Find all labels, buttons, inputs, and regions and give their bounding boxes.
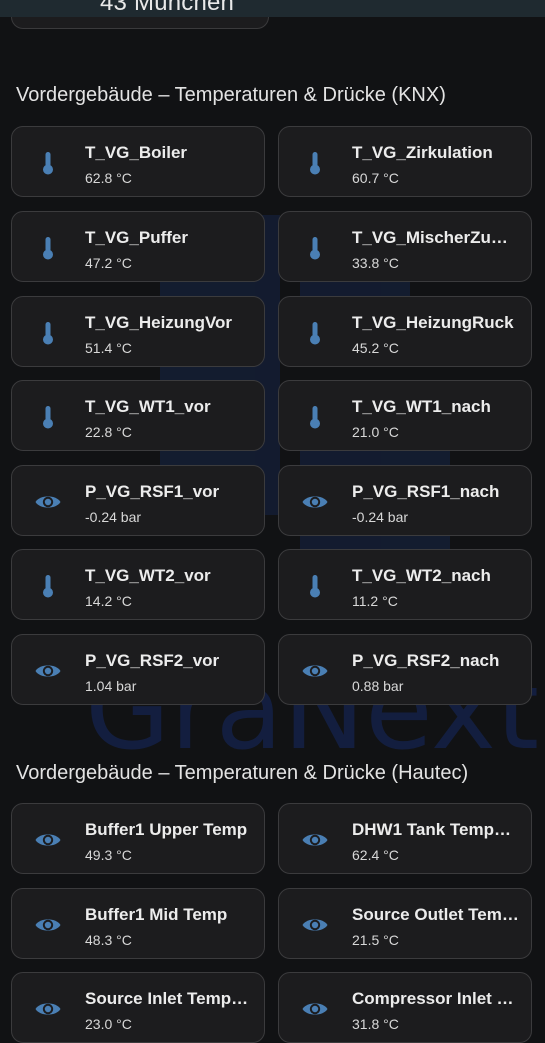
sensor-card[interactable]: T_VG_HeizungRuck 45.2 °C xyxy=(278,296,532,367)
sensor-name: Compressor Inlet Temperature xyxy=(352,989,520,1008)
sensor-card[interactable]: Buffer1 Upper Temp 49.3 °C xyxy=(11,803,265,874)
sensor-card[interactable]: T_VG_Puffer 47.2 °C xyxy=(11,211,265,282)
sensor-card[interactable]: T_VG_HeizungVor 51.4 °C xyxy=(11,296,265,367)
thermometer-icon xyxy=(310,237,320,260)
sensor-value: 49.3 °C xyxy=(85,847,132,863)
eye-icon xyxy=(35,665,61,677)
sensor-value: 45.2 °C xyxy=(352,340,399,356)
sensor-card[interactable]: P_VG_RSF1_vor -0.24 bar xyxy=(11,465,265,536)
sensor-name: T_VG_HeizungVor xyxy=(85,313,233,332)
eye-icon xyxy=(302,665,328,677)
sensor-card[interactable]: Source Outlet Temperature 21.5 °C xyxy=(278,888,532,959)
thermometer-icon xyxy=(310,575,320,598)
sensor-name: Source Outlet Temperature xyxy=(352,905,520,924)
section-title-hautec: Vordergebäude – Temperaturen & Drücke (H… xyxy=(16,762,469,784)
sensor-value: 60.7 °C xyxy=(352,170,399,186)
sensor-value: 21.0 °C xyxy=(352,424,399,440)
sensor-name: P_VG_RSF1_vor xyxy=(85,482,220,501)
sensor-name: T_VG_WT1_vor xyxy=(85,397,211,416)
sensor-card[interactable]: T_VG_Zirkulation 60.7 °C xyxy=(278,126,532,197)
sensor-value: -0.24 bar xyxy=(352,509,409,525)
sensor-name: P_VG_RSF2_nach xyxy=(352,651,500,670)
sensor-value: 1.04 bar xyxy=(85,678,137,694)
sensor-value: 51.4 °C xyxy=(85,340,132,356)
sensor-value: 47.2 °C xyxy=(85,255,132,271)
sensor-name: T_VG_WT2_nach xyxy=(352,566,491,585)
section-title-knx: Vordergebäude – Temperaturen & Drücke (K… xyxy=(16,84,446,106)
sensor-value: 21.5 °C xyxy=(352,932,399,948)
sensor-value: 33.8 °C xyxy=(352,255,399,271)
sensor-card[interactable]: P_VG_RSF1_nach -0.24 bar xyxy=(278,465,532,536)
sensor-card[interactable]: T_VG_MischerZuHeizung 33.8 °C xyxy=(278,211,532,282)
sensor-name: T_VG_WT2_vor xyxy=(85,566,211,585)
eye-icon xyxy=(35,834,61,846)
sensor-card[interactable]: DHW1 Tank Temperature 62.4 °C xyxy=(278,803,532,874)
sensor-card[interactable]: Buffer1 Mid Temp 48.3 °C xyxy=(11,888,265,959)
eye-icon xyxy=(302,1003,328,1015)
thermometer-icon xyxy=(310,406,320,429)
thermometer-icon xyxy=(43,406,53,429)
thermometer-icon xyxy=(43,575,53,598)
sensor-name: DHW1 Tank Temperature xyxy=(352,820,520,839)
sensor-card[interactable]: T_VG_WT1_vor 22.8 °C xyxy=(11,380,265,451)
eye-icon xyxy=(35,496,61,508)
sensor-name: Buffer1 Mid Temp xyxy=(85,905,228,924)
sensor-card[interactable]: P_VG_RSF2_vor 1.04 bar xyxy=(11,634,265,705)
sensor-name: T_VG_WT1_nach xyxy=(352,397,491,416)
sensor-value: -0.24 bar xyxy=(85,509,142,525)
sensor-name: T_VG_Boiler xyxy=(85,143,188,162)
sensor-card[interactable]: P_VG_RSF2_nach 0.88 bar xyxy=(278,634,532,705)
thermometer-icon xyxy=(310,322,320,345)
eye-icon xyxy=(302,834,328,846)
sensor-card[interactable]: T_VG_WT1_nach 21.0 °C xyxy=(278,380,532,451)
thermometer-icon xyxy=(43,322,53,345)
eye-icon xyxy=(302,919,328,931)
sensor-name: Buffer1 Upper Temp xyxy=(85,820,248,839)
sensor-name: P_VG_RSF1_nach xyxy=(352,482,500,501)
thermometer-icon xyxy=(43,152,53,175)
sensor-name: T_VG_Puffer xyxy=(85,228,188,247)
sensor-value: 0.88 bar xyxy=(352,678,404,694)
sensor-name: T_VG_Zirkulation xyxy=(352,143,493,162)
sensor-name: T_VG_HeizungRuck xyxy=(352,313,514,332)
sensor-name: T_VG_MischerZuHeizung xyxy=(352,228,520,247)
sensor-name: P_VG_RSF2_vor xyxy=(85,651,220,670)
eye-icon xyxy=(35,919,61,931)
location-header: 43 München xyxy=(0,0,545,17)
sensor-card[interactable]: T_VG_WT2_nach 11.2 °C xyxy=(278,549,532,620)
thermometer-icon xyxy=(310,152,320,175)
sensor-value: 11.2 °C xyxy=(352,593,398,609)
thermometer-icon xyxy=(43,237,53,260)
sensor-card[interactable]: T_VG_WT2_vor 14.2 °C xyxy=(11,549,265,620)
sensor-name: Source Inlet Temperature xyxy=(85,989,253,1008)
eye-icon xyxy=(35,1003,61,1015)
sensor-card[interactable]: Source Inlet Temperature 23.0 °C xyxy=(11,972,265,1043)
location-title: 43 München xyxy=(100,0,235,16)
sensor-value: 48.3 °C xyxy=(85,932,132,948)
eye-icon xyxy=(302,496,328,508)
sensor-value: 62.8 °C xyxy=(85,170,132,186)
sensor-card[interactable]: Compressor Inlet Temperature 31.8 °C xyxy=(278,972,532,1043)
sensor-value: 22.8 °C xyxy=(85,424,132,440)
sensor-card[interactable]: T_VG_Boiler 62.8 °C xyxy=(11,126,265,197)
sensor-value: 23.0 °C xyxy=(85,1016,132,1032)
sensor-value: 62.4 °C xyxy=(352,847,399,863)
sensor-value: 14.2 °C xyxy=(85,593,132,609)
sensor-value: 31.8 °C xyxy=(352,1016,399,1032)
